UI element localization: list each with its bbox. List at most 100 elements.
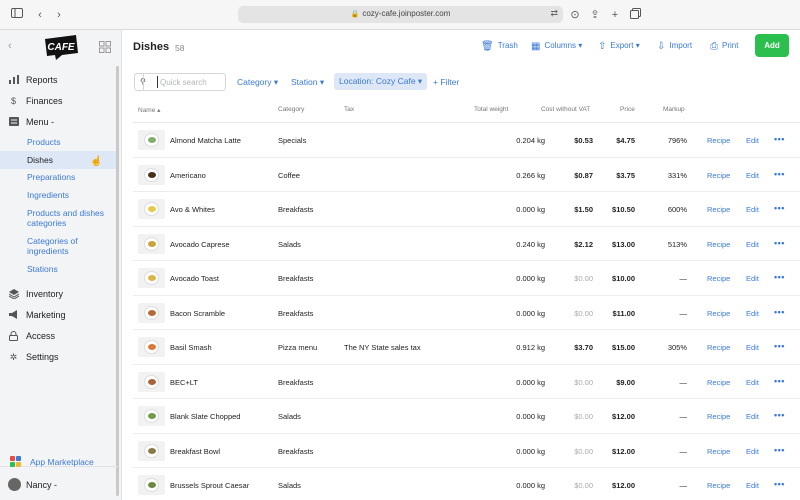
sidebar-item-settings[interactable]: ✲ Settings [0, 349, 118, 367]
edit-link[interactable]: Edit [746, 205, 759, 214]
add-button[interactable]: Add [755, 34, 789, 57]
sidebar-sub-products[interactable]: Products [27, 137, 61, 147]
column-header-markup[interactable]: Markup [663, 106, 685, 113]
recipe-link[interactable]: Recipe [707, 378, 730, 387]
edit-link[interactable]: Edit [746, 412, 759, 421]
sidebar-toggle-icon[interactable] [10, 8, 24, 22]
table-row[interactable]: Avocado Caprese Salads 0.240 kg $2.12 $13.00… [133, 227, 800, 261]
edit-link[interactable]: Edit [746, 136, 759, 145]
sidebar-sub-products-dishes-categories-line2[interactable]: categories [27, 218, 66, 228]
download-icon[interactable]: ⊙ [568, 8, 582, 22]
add-filter-button[interactable]: + Filter [433, 77, 459, 87]
dish-name[interactable]: Avo & Whites [170, 205, 215, 214]
more-actions-icon[interactable]: ••• [774, 307, 785, 317]
more-actions-icon[interactable]: ••• [774, 272, 785, 282]
sidebar-item-marketing[interactable]: Marketing [0, 307, 118, 325]
share-icon[interactable]: ⇪ [588, 8, 602, 22]
category-filter[interactable]: Category ▾ [237, 77, 278, 88]
table-row[interactable]: Breakfast Bowl Breakfasts 0.000 kg $0.00 $12… [133, 434, 800, 468]
column-header-total-weight[interactable]: Total weight [474, 106, 508, 113]
edit-link[interactable]: Edit [746, 447, 759, 456]
recipe-link[interactable]: Recipe [707, 447, 730, 456]
column-header-category[interactable]: Category [278, 106, 304, 113]
print-button[interactable]: ⎙ Print [710, 41, 738, 52]
column-header-price[interactable]: Price [620, 106, 635, 113]
dish-name[interactable]: Blank Slate Chopped [170, 412, 240, 421]
column-header-name[interactable]: Name ▴ [138, 106, 160, 114]
more-actions-icon[interactable]: ••• [774, 169, 785, 179]
recipe-link[interactable]: Recipe [707, 481, 730, 490]
recipe-link[interactable]: Recipe [707, 343, 730, 352]
recipe-link[interactable]: Recipe [707, 309, 730, 318]
more-actions-icon[interactable]: ••• [774, 134, 785, 144]
sidebar-sub-stations[interactable]: Stations [27, 264, 58, 274]
sidebar-sub-products-dishes-categories-line1[interactable]: Products and dishes [27, 208, 104, 218]
edit-link[interactable]: Edit [746, 171, 759, 180]
recipe-link[interactable]: Recipe [707, 412, 730, 421]
translate-icon[interactable]: ⇄ [550, 8, 558, 19]
user-avatar-icon[interactable] [8, 478, 21, 491]
sidebar-sub-categories-ingredients-line1[interactable]: Categories of [27, 236, 78, 246]
user-menu[interactable]: Nancy - [26, 480, 57, 490]
edit-link[interactable]: Edit [746, 240, 759, 249]
recipe-link[interactable]: Recipe [707, 136, 730, 145]
app-marketplace-link[interactable]: App Marketplace [30, 457, 94, 467]
sidebar-item-reports[interactable]: Reports [0, 72, 118, 90]
dish-name[interactable]: Brussels Sprout Caesar [170, 481, 249, 490]
table-row[interactable]: Basil Smash Pizza menu The NY State sales … [133, 330, 800, 365]
dish-name[interactable]: Breakfast Bowl [170, 447, 220, 456]
export-button[interactable]: ⇧ Export ▾ [598, 41, 640, 52]
dish-name[interactable]: Americano [170, 171, 206, 180]
recipe-link[interactable]: Recipe [707, 240, 730, 249]
dish-name[interactable]: Avocado Toast [170, 274, 219, 283]
more-actions-icon[interactable]: ••• [774, 203, 785, 213]
edit-link[interactable]: Edit [746, 378, 759, 387]
dish-name[interactable]: Avocado Caprese [170, 240, 229, 249]
table-row[interactable]: BEC+LT Breakfasts 0.000 kg $0.00 $9.00 — Recip… [133, 365, 800, 399]
table-row[interactable]: Bacon Scramble Breakfasts 0.000 kg $0.00 $11… [133, 296, 800, 330]
sidebar-sub-categories-ingredients-line2[interactable]: ingredients [27, 246, 69, 256]
more-actions-icon[interactable]: ••• [774, 410, 785, 420]
sidebar-item-inventory[interactable]: Inventory [0, 286, 118, 304]
edit-link[interactable]: Edit [746, 274, 759, 283]
recipe-link[interactable]: Recipe [707, 171, 730, 180]
address-bar[interactable]: 🔒 cozy-cafe.joinposter.com ⇄ [238, 6, 563, 23]
collapse-sidebar-icon[interactable]: ‹ [8, 40, 12, 52]
recipe-link[interactable]: Recipe [707, 205, 730, 214]
more-actions-icon[interactable]: ••• [774, 238, 785, 248]
columns-button[interactable]: ▦ Columns ▾ [531, 41, 582, 52]
more-actions-icon[interactable]: ••• [774, 445, 785, 455]
tabs-overview-icon[interactable] [628, 8, 642, 22]
sidebar-sub-preparations[interactable]: Preparations [27, 172, 75, 182]
column-header-cost[interactable]: Cost without VAT [541, 106, 590, 113]
dish-name[interactable]: Bacon Scramble [170, 309, 225, 318]
column-header-tax[interactable]: Tax [344, 106, 354, 113]
sidebar-item-finances[interactable]: $ Finances [0, 93, 118, 111]
location-filter[interactable]: Location: Cozy Cafe ▾ [334, 73, 428, 90]
table-row[interactable]: Americano Coffee 0.266 kg $0.87 $3.75 331% Rec… [133, 158, 800, 192]
import-button[interactable]: ⇩ Import [657, 41, 692, 52]
more-actions-icon[interactable]: ••• [774, 341, 785, 351]
dish-name[interactable]: BEC+LT [170, 378, 198, 387]
edit-link[interactable]: Edit [746, 343, 759, 352]
table-row[interactable]: Avocado Toast Breakfasts 0.000 kg $0.00 $10.… [133, 261, 800, 296]
forward-icon[interactable]: › [52, 8, 66, 22]
more-actions-icon[interactable]: ••• [774, 376, 785, 386]
table-row[interactable]: Almond Matcha Latte Specials 0.204 kg $0.53… [133, 123, 800, 158]
sidebar-item-menu[interactable]: Menu - [0, 114, 118, 132]
apps-grid-icon[interactable] [99, 41, 111, 53]
new-tab-icon[interactable]: + [608, 8, 622, 22]
edit-link[interactable]: Edit [746, 309, 759, 318]
trash-button[interactable]: 🗑 Trash [481, 41, 518, 52]
sidebar-scrollbar[interactable] [116, 66, 119, 496]
more-actions-icon[interactable]: ••• [774, 479, 785, 489]
table-row[interactable]: Avo & Whites Breakfasts 0.000 kg $1.50 $10.5… [133, 192, 800, 227]
search-box[interactable]: ⚲ [134, 73, 226, 91]
sidebar-sub-ingredients[interactable]: Ingredients [27, 190, 69, 200]
table-row[interactable]: Brussels Sprout Caesar Salads 0.000 kg $0.0… [133, 468, 800, 500]
table-row[interactable]: Blank Slate Chopped Salads 0.000 kg $0.00 $1… [133, 399, 800, 434]
recipe-link[interactable]: Recipe [707, 274, 730, 283]
edit-link[interactable]: Edit [746, 481, 759, 490]
back-icon[interactable]: ‹ [33, 8, 47, 22]
search-input[interactable] [157, 76, 223, 88]
